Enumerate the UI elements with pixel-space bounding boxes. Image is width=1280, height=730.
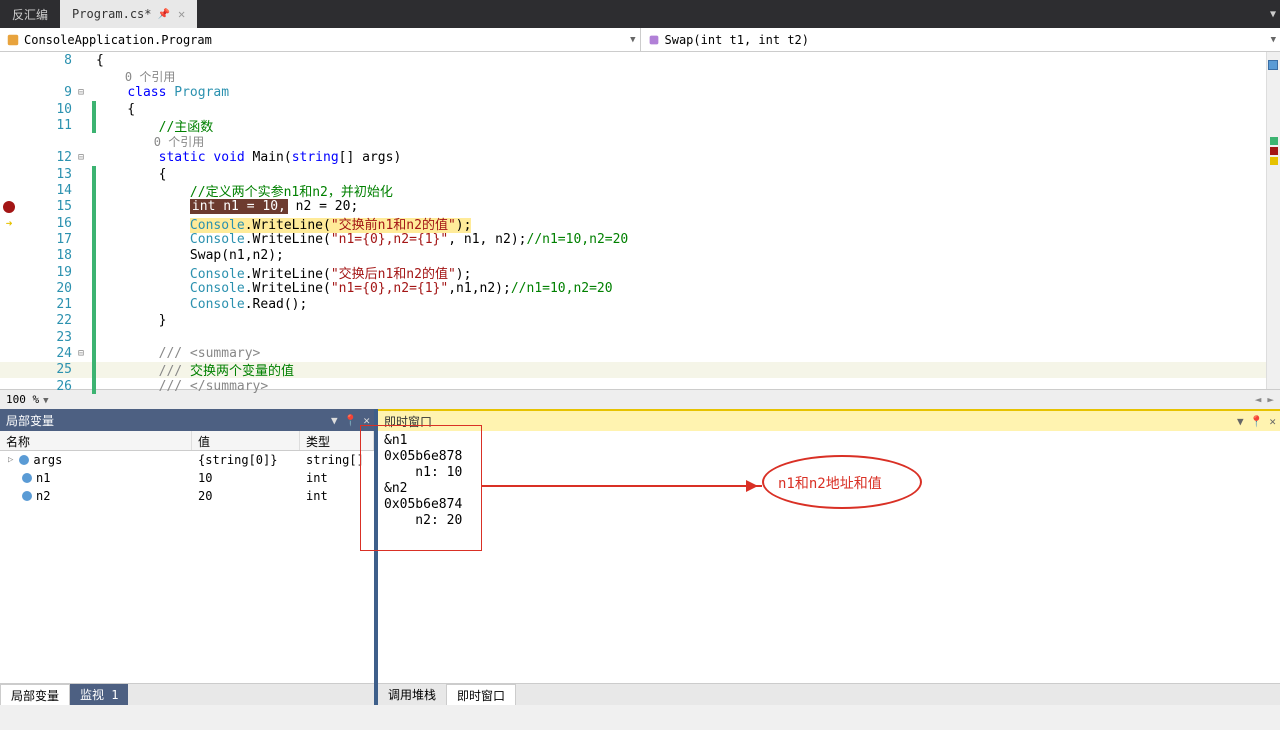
immediate-window-body[interactable]: &n1 0x05b6e878 n1: 10 &n2 0x05b6e874 n2:… bbox=[378, 431, 1280, 683]
chevron-down-icon: ▼ bbox=[630, 35, 635, 45]
annotation-arrow bbox=[482, 485, 762, 487]
fold-icon[interactable]: ⊟ bbox=[78, 152, 90, 163]
annotation-text: n1和n2地址和值 bbox=[778, 473, 882, 493]
class-icon bbox=[6, 33, 20, 47]
tab-program-cs[interactable]: Program.cs* 📌 ✕ bbox=[60, 0, 197, 28]
locals-row[interactable]: n2 20int bbox=[0, 487, 374, 505]
tab-disassembly[interactable]: 反汇编 bbox=[0, 0, 60, 28]
chevron-down-icon: ▼ bbox=[1271, 35, 1276, 45]
locals-column-headers: 名称 值 类型 bbox=[0, 431, 374, 451]
expand-icon[interactable]: ▷ bbox=[8, 455, 13, 465]
locals-panel: 局部变量 ▼ 📍 ✕ 名称 值 类型 ▷args {string[0]}stri… bbox=[0, 409, 378, 705]
code-editor[interactable]: 8{ 0 个引用 9⊟ class Program 10 { 11 //主函数 … bbox=[0, 52, 1280, 389]
annotation-box bbox=[360, 425, 482, 551]
zoom-level[interactable]: 100 %▼ bbox=[6, 393, 49, 406]
locals-row[interactable]: ▷args {string[0]}string[] bbox=[0, 451, 374, 469]
variable-icon bbox=[19, 455, 29, 465]
fold-icon[interactable]: ⊟ bbox=[78, 87, 90, 98]
dropdown-icon[interactable]: ▼ bbox=[1237, 415, 1244, 428]
method-icon bbox=[647, 33, 661, 47]
col-value[interactable]: 值 bbox=[192, 431, 300, 450]
pin-icon[interactable]: 📍 bbox=[344, 414, 358, 427]
variable-icon bbox=[22, 491, 32, 501]
fold-icon[interactable]: ⊟ bbox=[78, 348, 90, 359]
split-icon[interactable] bbox=[1268, 60, 1278, 70]
tab-watch[interactable]: 监视 1 bbox=[70, 684, 128, 705]
variable-icon bbox=[22, 473, 32, 483]
pin-icon[interactable]: 📌 bbox=[158, 9, 170, 20]
scroll-left-icon[interactable]: ◄ bbox=[1255, 393, 1262, 406]
chevron-down-icon: ▼ bbox=[43, 396, 48, 406]
navigation-bar: ConsoleApplication.Program▼ Swap(int t1,… bbox=[0, 28, 1280, 52]
close-icon[interactable]: ✕ bbox=[1269, 415, 1276, 428]
overview-ruler[interactable] bbox=[1266, 52, 1280, 389]
document-tab-bar: 反汇编 Program.cs* 📌 ✕ ▼ bbox=[0, 0, 1280, 28]
locals-panel-header[interactable]: 局部变量 ▼ 📍 ✕ bbox=[0, 409, 374, 431]
scroll-right-icon[interactable]: ► bbox=[1267, 393, 1274, 406]
immediate-panel: 即时窗口 ▼ 📍 ✕ &n1 0x05b6e878 n1: 10 &n2 0x0… bbox=[378, 409, 1280, 705]
pin-icon[interactable]: 📍 bbox=[1250, 415, 1264, 428]
immediate-panel-header[interactable]: 即时窗口 ▼ 📍 ✕ bbox=[378, 409, 1280, 431]
close-icon[interactable]: ✕ bbox=[178, 7, 185, 21]
execution-pointer-icon[interactable]: ➜ bbox=[6, 217, 13, 230]
class-selector[interactable]: ConsoleApplication.Program▼ bbox=[0, 28, 641, 51]
locals-row[interactable]: n1 10int bbox=[0, 469, 374, 487]
tab-locals[interactable]: 局部变量 bbox=[0, 684, 70, 705]
dropdown-icon[interactable]: ▼ bbox=[331, 414, 338, 427]
col-name[interactable]: 名称 bbox=[0, 431, 192, 450]
tab-immediate[interactable]: 即时窗口 bbox=[446, 684, 516, 705]
tab-callstack[interactable]: 调用堆栈 bbox=[378, 684, 446, 705]
member-selector[interactable]: Swap(int t1, int t2)▼ bbox=[641, 28, 1280, 51]
tab-overflow-dropdown[interactable]: ▼ bbox=[1270, 9, 1276, 20]
breakpoint-icon[interactable] bbox=[3, 201, 15, 213]
